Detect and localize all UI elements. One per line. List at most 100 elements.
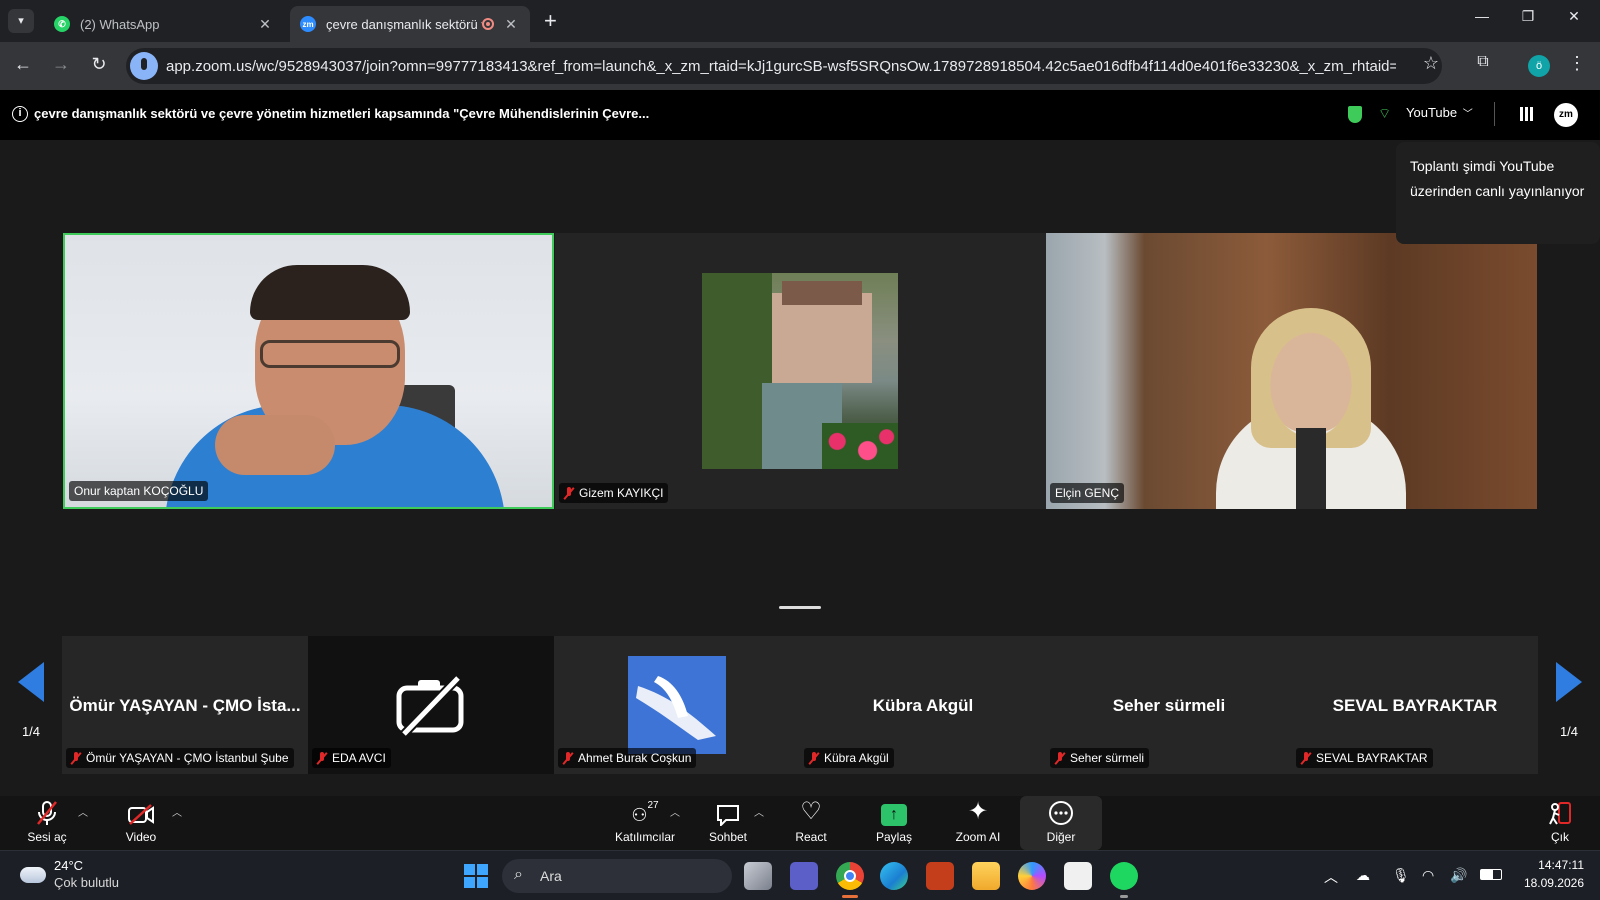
profile-avatar[interactable]: ö xyxy=(1528,55,1550,77)
participant-name: Ahmet Burak Coşkun xyxy=(578,751,692,765)
gallery-tile-3[interactable]: Ahmet Burak Coşkun xyxy=(554,636,800,774)
start-video-button[interactable]: Video xyxy=(116,796,166,850)
gallery-tile-4[interactable]: Kübra Akgül Kübra Akgül xyxy=(800,636,1046,774)
participants-options-caret[interactable]: ︿ xyxy=(670,804,680,819)
start-button[interactable] xyxy=(464,864,488,888)
leave-button[interactable]: Çık xyxy=(1540,796,1580,850)
cloud-icon xyxy=(20,867,46,883)
spotify-icon[interactable] xyxy=(1110,862,1138,890)
video-tile-speaker-1[interactable]: Onur kaptan KOÇOĞLU xyxy=(63,233,554,509)
participant-name: Seher sürmeli xyxy=(1070,751,1145,765)
microsoft-store-icon[interactable] xyxy=(1064,862,1092,890)
youtube-live-tooltip: Toplantı şimdi YouTube üzerinden canlı y… xyxy=(1396,142,1600,244)
reload-icon[interactable]: ↻ xyxy=(86,54,112,78)
file-explorer-icon[interactable] xyxy=(972,862,1000,890)
new-tab-button[interactable]: + xyxy=(544,8,557,34)
edge-icon[interactable] xyxy=(880,862,908,890)
search-placeholder: Ara xyxy=(540,868,562,884)
zoom-logo: zm xyxy=(1554,103,1578,127)
video-tile-speaker-2[interactable]: Gizem KAYIKÇI xyxy=(555,233,1046,509)
zoom-ai-label: Zoom AI xyxy=(955,830,1001,844)
microphone-in-use-icon[interactable]: 🎙 xyxy=(1392,867,1410,884)
more-button[interactable]: Diğer xyxy=(1020,796,1102,850)
video-options-caret[interactable]: ︿ xyxy=(172,804,182,819)
heart-icon: ♡ xyxy=(800,798,822,825)
meeting-control-bar: Sesi aç ︿ Video ︿ ⚇ 27 Katılımcılar ︿ Soh… xyxy=(0,796,1600,850)
unmute-button[interactable]: Sesi aç xyxy=(22,796,72,850)
audio-options-caret[interactable]: ︿ xyxy=(78,804,88,819)
muted-mic-icon xyxy=(1055,751,1065,765)
onedrive-offline-icon[interactable]: ☁ xyxy=(1356,867,1370,884)
react-button[interactable]: ♡ React xyxy=(786,796,836,850)
muted-mic-icon xyxy=(317,751,327,765)
extensions-icon[interactable]: ⧉ xyxy=(1470,53,1496,77)
show-hidden-icons[interactable]: ︿ xyxy=(1324,867,1338,887)
bookmark-star-icon[interactable]: ☆ xyxy=(1418,53,1444,77)
taskbar-search-box[interactable]: ⌕ Ara xyxy=(502,859,732,893)
weather-widget[interactable]: 24°C Çok bulutlu xyxy=(18,857,128,895)
volume-icon[interactable]: 🔊 xyxy=(1450,867,1467,884)
tab-title: (2) WhatsApp xyxy=(80,16,160,32)
tab-whatsapp[interactable]: ✆ (2) WhatsApp ✕ xyxy=(44,6,284,42)
clock-date[interactable]: 18.09.2026 xyxy=(1510,876,1584,890)
participants-label: Katılımcılar xyxy=(614,830,675,844)
video-tile-speaker-3[interactable]: Elçin GENÇ xyxy=(1046,233,1537,509)
participant-name-tag: Gizem KAYIKÇI xyxy=(559,483,669,503)
more-label: Diğer xyxy=(1046,830,1076,844)
tab-search-button[interactable]: ▾ xyxy=(8,9,34,33)
muted-microphone-icon xyxy=(22,796,72,826)
whatsapp-icon: ✆ xyxy=(54,16,70,32)
forward-icon[interactable]: → xyxy=(48,54,74,78)
chrome-icon[interactable] xyxy=(836,862,864,890)
battery-icon[interactable] xyxy=(1480,869,1502,880)
participant-display-name: Ömür YAŞAYAN - ÇMO İsta... xyxy=(69,696,301,715)
close-window-button[interactable]: ✕ xyxy=(1554,8,1594,32)
meeting-info-icon[interactable]: i xyxy=(12,106,28,122)
meeting-header: i çevre danışmanlık sektörü ve çevre yön… xyxy=(0,90,1600,140)
zoom-ai-button[interactable]: ✦ Zoom AI xyxy=(948,796,1008,850)
gallery-tile-6[interactable]: SEVAL BAYRAKTAR SEVAL BAYRAKTAR xyxy=(1292,636,1538,774)
page-indicator-left: 1/4 xyxy=(21,724,41,739)
back-icon[interactable]: ← xyxy=(10,54,36,78)
view-grid-icon[interactable] xyxy=(1520,107,1534,121)
powerpoint-icon[interactable] xyxy=(926,862,954,890)
gallery-tile-2[interactable]: EDA AVCI xyxy=(308,636,554,774)
browser-menu-icon[interactable]: ⋮ xyxy=(1564,53,1590,77)
participant-name-tag: Seher sürmeli xyxy=(1050,748,1150,768)
participant-name: Elçin GENÇ xyxy=(1055,486,1120,500)
clock-time[interactable]: 14:47:11 xyxy=(1520,858,1584,872)
copilot-icon[interactable] xyxy=(1018,862,1046,890)
profile-picture xyxy=(628,656,726,754)
share-screen-icon: ↑ xyxy=(868,796,920,826)
address-bar[interactable]: app.zoom.us/wc/9528943037/join?omn=99777… xyxy=(126,48,1442,84)
muted-mic-icon xyxy=(564,486,574,500)
chrome-running-indicator xyxy=(842,895,858,898)
participant-name-tag: SEVAL BAYRAKTAR xyxy=(1296,748,1433,768)
chat-options-caret[interactable]: ︿ xyxy=(754,804,764,819)
chat-button[interactable]: Sohbet xyxy=(702,796,754,850)
gallery-tile-1[interactable]: Ömür YAŞAYAN - ÇMO İsta... Ömür YAŞAYAN … xyxy=(62,636,308,774)
microphone-permission-icon[interactable] xyxy=(130,52,158,80)
tab-zoom-meeting[interactable]: zm çevre danışmanlık sektörü v ✕ xyxy=(290,6,530,42)
participant-display-name: Kübra Akgül xyxy=(872,696,974,715)
header-divider xyxy=(1494,102,1495,126)
teams-icon[interactable] xyxy=(790,862,818,890)
task-view-icon[interactable] xyxy=(744,862,772,890)
youtube-stream-dropdown[interactable]: YouTube ﹀ xyxy=(1406,105,1473,120)
participant-display-name: SEVAL BAYRAKTAR xyxy=(1332,696,1498,715)
close-tab-icon[interactable]: ✕ xyxy=(502,16,520,33)
windows-taskbar: 24°C Çok bulutlu ⌕ Ara ︿ ☁ 🎙 ◠ 🔊 14:47:1… xyxy=(0,850,1600,900)
restore-button[interactable]: ❐ xyxy=(1508,8,1548,32)
gallery-tile-5[interactable]: Seher sürmeli Seher sürmeli xyxy=(1046,636,1292,774)
search-icon: ⌕ xyxy=(514,866,523,883)
participant-name: Gizem KAYIKÇI xyxy=(579,486,664,500)
participant-name: Ömür YAŞAYAN - ÇMO İstanbul Şube xyxy=(86,751,289,765)
encryption-shield-icon[interactable] xyxy=(1348,106,1362,123)
wifi-icon[interactable]: ◠ xyxy=(1422,867,1434,884)
minimize-button[interactable]: — xyxy=(1462,8,1502,32)
share-screen-button[interactable]: ↑ Paylaş xyxy=(868,796,920,850)
participant-video xyxy=(65,235,552,507)
resize-handle[interactable] xyxy=(779,606,821,609)
participant-name-tag: Ahmet Burak Coşkun xyxy=(558,748,697,768)
close-tab-icon[interactable]: ✕ xyxy=(256,16,274,33)
